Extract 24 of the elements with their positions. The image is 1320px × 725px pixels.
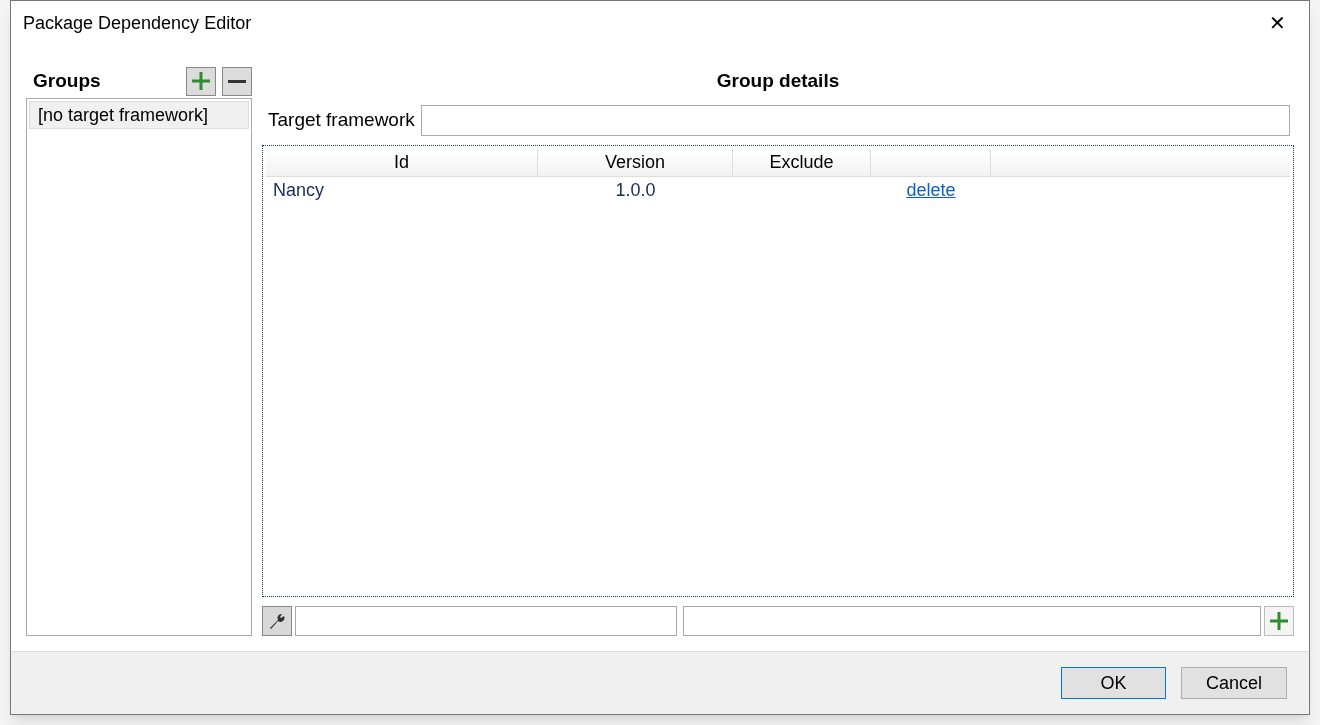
minus-icon — [227, 79, 247, 83]
version-input-field[interactable] — [683, 606, 1261, 636]
group-item[interactable]: [no target framework] — [29, 101, 249, 129]
close-button[interactable]: ✕ — [1259, 7, 1295, 39]
add-dependency-button[interactable] — [1264, 606, 1294, 636]
plus-icon — [1269, 611, 1289, 631]
dialog-button[interactable]: Cancel — [1181, 667, 1287, 699]
column-header[interactable]: Id — [266, 149, 538, 176]
target-framework-field[interactable] — [420, 105, 1290, 136]
column-header[interactable]: Version — [538, 149, 733, 176]
plus-icon — [191, 71, 211, 91]
dialog-button[interactable]: OK — [1061, 667, 1166, 699]
table-cell: Nancy — [273, 179, 325, 200]
window-title: Package Dependency Editor — [23, 11, 252, 35]
add-group-button[interactable] — [186, 66, 216, 96]
id-input-field[interactable] — [295, 606, 677, 636]
remove-group-button[interactable] — [222, 66, 252, 96]
groups-heading: Groups — [33, 68, 101, 93]
delete-link[interactable]: delete — [906, 179, 956, 200]
target-framework-label: Target framework — [268, 108, 415, 133]
settings-button[interactable] — [262, 606, 292, 636]
column-header[interactable]: Exclude — [733, 149, 871, 176]
group-details-heading: Group details — [716, 68, 840, 93]
table-cell: 1.0.0 — [615, 179, 656, 200]
